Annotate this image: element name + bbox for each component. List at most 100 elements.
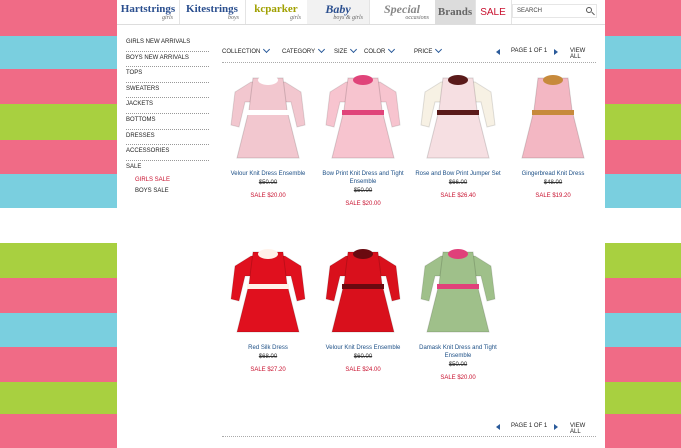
product-original-price: $50.00 [258,180,278,186]
stripe-band [0,69,117,104]
stripe-band [605,36,681,69]
product-sale-price: SALE $20.00 [345,201,381,207]
filter-2[interactable]: Size [334,45,358,55]
product-card[interactable]: Velour Knit Dress Ensemble $60.00 SALE $24… [318,244,408,375]
product-name[interactable]: Velour Knit Dress Ensemble [318,344,408,352]
product-name[interactable]: Rose and Bow Print Jumper Set [413,170,503,178]
product-image[interactable] [508,70,598,168]
brand-name: Baby [325,1,351,16]
stripe-band [605,243,681,278]
product-card[interactable]: Rose and Bow Print Jumper Set $66.00 SALE … [413,70,503,201]
search-input[interactable]: SEARCH [512,4,597,18]
sidebar-item-4[interactable]: Jackets [126,98,209,114]
product-card[interactable]: Gingerbread Knit Dress $48.00 SALE $19.20 [508,70,598,201]
stripe-band [605,174,681,208]
product-card[interactable]: Damask Knit Dress and Tight Ensemble $50.… [413,244,503,383]
sidebar-item-1[interactable]: Boys New Arrivals [126,52,209,68]
product-image[interactable] [223,70,313,168]
product-original-price: $66.00 [448,180,468,186]
sidebar-sale-item-1[interactable]: Boys Sale [126,186,209,197]
filter-label: Color [364,49,386,55]
product-name[interactable]: Velour Knit Dress Ensemble [223,170,313,178]
stripe-band [605,208,681,243]
product-image[interactable] [413,244,503,342]
brand-tab-2[interactable]: kcparker girls [245,0,308,24]
next-page-arrow-icon[interactable] [554,49,558,55]
brand-tab-3[interactable]: Baby boys & girls [307,0,370,24]
brand-tab-4[interactable]: Special occasions [369,0,436,24]
view-all-link[interactable]: VIEW ALL [570,48,596,60]
bottom-divider [222,436,596,437]
prev-page-arrow-icon[interactable] [496,49,500,55]
sidebar-item-7[interactable]: Accessories [126,145,209,161]
stripe-band [0,140,117,174]
brand-name: SALE [480,6,506,18]
product-original-price: $48.00 [543,180,563,186]
product-image[interactable] [318,244,408,342]
next-page-arrow-icon[interactable] [554,424,558,430]
brand-name: Special [384,1,420,16]
product-original-price: $60.00 [353,354,373,360]
sidebar-item-3[interactable]: Sweaters [126,83,209,99]
chevron-down-icon [318,45,326,54]
filter-0[interactable]: Collection [222,45,271,55]
brand-sub: girls [161,14,173,21]
product-card[interactable]: Velour Knit Dress Ensemble $50.00 SALE $20… [223,70,313,201]
filter-4[interactable]: Price [414,45,443,55]
product-sale-price: SALE $20.00 [250,193,286,199]
brand-name: Brands [437,5,473,18]
view-all-link[interactable]: VIEW ALL [570,423,596,435]
brand-tab-6[interactable]: SALE [475,0,512,24]
filter-1[interactable]: Category [282,45,326,55]
product-name[interactable]: Red Silk Dress [223,344,313,352]
filter-3[interactable]: Color [364,45,396,55]
sidebar-item-6[interactable]: Dresses [126,130,209,146]
stripe-band [0,243,117,278]
stripe-band [0,174,117,208]
stripe-band [0,208,117,243]
stripe-band [605,313,681,347]
brand-tab-1[interactable]: Kitestrings boys [179,0,246,24]
sidebar-item-2[interactable]: Tops [126,67,209,83]
stripe-band [605,382,681,414]
brand-name: Kitestrings [186,2,238,15]
brand-tab-0[interactable]: Hartstrings girls [117,0,180,24]
product-card[interactable]: Red Silk Dress $68.00 SALE $27.20 [223,244,313,375]
product-card[interactable]: Bow Print Knit Dress and Tight Ensemble $… [318,70,408,209]
sidebar-sale-item-0[interactable]: Girls Sale [126,175,209,186]
stripe-band [605,140,681,174]
prev-page-arrow-icon[interactable] [496,424,500,430]
product-name[interactable]: Gingerbread Knit Dress [508,170,598,178]
filter-label: Category [282,49,316,55]
product-image[interactable] [223,244,313,342]
stripe-band [605,104,681,140]
product-sale-price: SALE $27.20 [250,367,286,373]
brand-sub: girls [289,14,301,21]
stripe-band [605,278,681,313]
product-original-price: $50.00 [353,188,373,194]
chevron-down-icon [388,45,396,54]
search-icon[interactable] [586,7,592,13]
top-divider [222,62,596,63]
search-placeholder: SEARCH [517,8,543,14]
brand-tab-5[interactable]: Brands [435,0,476,24]
stripe-band [605,347,681,382]
filter-label: Price [414,49,433,55]
stripe-band [0,414,117,448]
sidebar-item-sale[interactable]: Sale [126,161,209,176]
brand-nav-bar: SEARCH Hartstrings girls Kitestrings boys kc… [117,0,605,25]
brand-name: kcparker [254,2,298,15]
page-indicator: PAGE 1 OF 1 [511,48,548,54]
product-sale-price: SALE $24.00 [345,367,381,373]
stripe-band [0,36,117,69]
product-original-price: $68.00 [258,354,278,360]
sidebar-item-0[interactable]: Girls New Arrivals [126,36,209,52]
chevron-down-icon [263,45,271,54]
product-name[interactable]: Damask Knit Dress and Tight Ensemble [413,344,503,360]
product-image[interactable] [318,70,408,168]
product-sale-price: SALE $26.40 [440,193,476,199]
brand-name: Hartstrings [120,2,176,15]
sidebar-item-5[interactable]: Bottoms [126,114,209,130]
product-name[interactable]: Bow Print Knit Dress and Tight Ensemble [318,170,408,186]
product-image[interactable] [413,70,503,168]
